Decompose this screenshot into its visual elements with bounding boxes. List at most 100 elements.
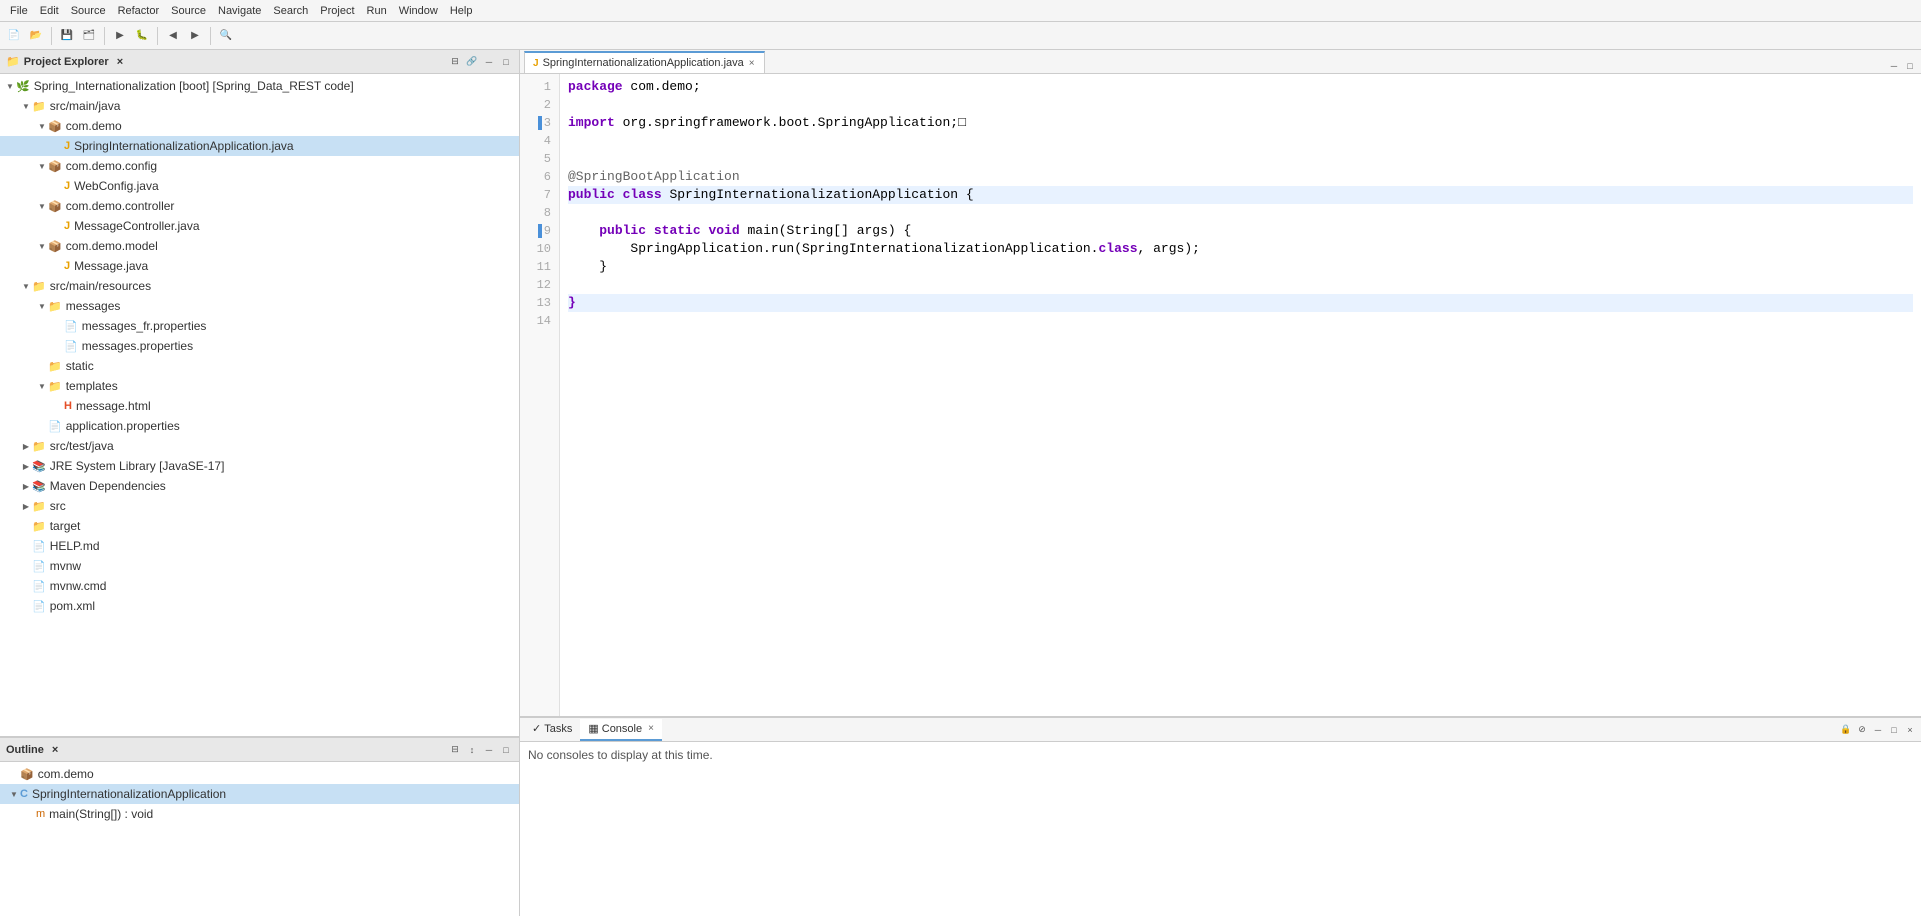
tree-item-pom[interactable]: 📄pom.xml: [0, 596, 519, 616]
menu-file[interactable]: File: [4, 5, 34, 17]
outline-item-outline-class[interactable]: ▼CSpringInternationalizationApplication: [0, 784, 519, 804]
tree-item-app-props[interactable]: 📄application.properties: [0, 416, 519, 436]
toolbar-new-btn[interactable]: 📄: [4, 26, 24, 46]
code-token: package: [568, 79, 623, 94]
line-number-2: 2: [524, 96, 551, 114]
line-number-9: 9: [524, 222, 551, 240]
line-number-5: 5: [524, 150, 551, 168]
tree-item-message[interactable]: JMessage.java: [0, 256, 519, 276]
bottom-maximize-btn[interactable]: □: [1887, 723, 1901, 737]
line-number-8: 8: [524, 204, 551, 222]
bottom-scroll-lock-btn[interactable]: 🔒: [1839, 723, 1853, 737]
menu-project[interactable]: Project: [314, 5, 360, 17]
tree-arrow-src-main-java: ▼: [20, 102, 32, 111]
project-explorer-header: 📁 Project Explorer × ⊟ 🔗 ─ □: [0, 50, 519, 74]
tree-icon-html: H: [64, 400, 72, 412]
tree-item-jre-lib[interactable]: ▶📚JRE System Library [JavaSE-17]: [0, 456, 519, 476]
menu-window[interactable]: Window: [393, 5, 444, 17]
tree-item-msg-fr[interactable]: 📄messages_fr.properties: [0, 316, 519, 336]
tree-item-mvnw[interactable]: 📄mvnw: [0, 556, 519, 576]
tree-item-src-test-java[interactable]: ▶📁src/test/java: [0, 436, 519, 456]
tree-icon-project: 🌿: [16, 80, 30, 93]
editor-minimize-btn[interactable]: ─: [1887, 59, 1901, 73]
tree-item-static[interactable]: 📁static: [0, 356, 519, 376]
collapse-all-btn[interactable]: ⊟: [448, 55, 462, 69]
minimize-panel-btn[interactable]: ─: [482, 55, 496, 69]
outline-label-outline-main: main(String[]) : void: [49, 807, 153, 821]
tree-item-help-md[interactable]: 📄HELP.md: [0, 536, 519, 556]
tree-item-com-demo[interactable]: ▼📦com.demo: [0, 116, 519, 136]
menu-run[interactable]: Run: [361, 5, 393, 17]
toolbar-save-btn[interactable]: 💾: [57, 26, 77, 46]
toolbar-run-btn[interactable]: ▶: [110, 26, 130, 46]
tree-label-msgcontroller: MessageController.java: [74, 219, 199, 233]
bottom-minimize-btn[interactable]: ─: [1871, 723, 1885, 737]
menu-help[interactable]: Help: [444, 5, 479, 17]
menu-navigate[interactable]: Navigate: [212, 5, 267, 17]
tree-item-webconfig[interactable]: JWebConfig.java: [0, 176, 519, 196]
console-tab[interactable]: ▦ Console ×: [580, 719, 662, 741]
tasks-tab[interactable]: ✓ Tasks: [524, 719, 580, 741]
tree-item-message-html[interactable]: Hmessage.html: [0, 396, 519, 416]
line-number-1: 1: [524, 78, 551, 96]
outline-controls: ⊟ ↕ ─ □: [448, 743, 513, 757]
outline-item-outline-com-demo[interactable]: 📦com.demo: [0, 764, 519, 784]
code-editor[interactable]: 1234567891011121314 package com.demo; im…: [520, 74, 1921, 716]
tree-label-jre-lib: JRE System Library [JavaSE-17]: [50, 459, 225, 473]
tree-item-templates-folder[interactable]: ▼📁templates: [0, 376, 519, 396]
toolbar-debug-btn[interactable]: 🐛: [132, 26, 152, 46]
tree-item-target[interactable]: 📁target: [0, 516, 519, 536]
bottom-close-btn[interactable]: ×: [1903, 723, 1917, 737]
outline-item-outline-main[interactable]: mmain(String[]) : void: [0, 804, 519, 824]
tree-icon-package: 📦: [48, 240, 62, 253]
outline-maximize-btn[interactable]: □: [499, 743, 513, 757]
tree-item-spring-root[interactable]: ▼🌿Spring_Internationalization [boot] [Sp…: [0, 76, 519, 96]
link-with-editor-btn[interactable]: 🔗: [465, 55, 479, 69]
toolbar-search-btn[interactable]: 🔍: [216, 26, 236, 46]
tree-item-src[interactable]: ▶📁src: [0, 496, 519, 516]
tree-item-com-demo-model[interactable]: ▼📦com.demo.model: [0, 236, 519, 256]
tree-item-maven-deps[interactable]: ▶📚Maven Dependencies: [0, 476, 519, 496]
project-explorer-close[interactable]: ×: [117, 56, 123, 68]
editor-maximize-btn[interactable]: □: [1903, 59, 1917, 73]
toolbar-back-btn[interactable]: ◀: [163, 26, 183, 46]
maximize-panel-btn[interactable]: □: [499, 55, 513, 69]
menu-edit[interactable]: Edit: [34, 5, 65, 17]
outline-minimize-btn[interactable]: ─: [482, 743, 496, 757]
editor-tab-main[interactable]: J SpringInternationalizationApplication.…: [524, 51, 765, 73]
tree-icon-file: 📄: [32, 560, 46, 573]
outline-label-outline-class: SpringInternationalizationApplication: [32, 787, 226, 801]
toolbar-save-all-btn[interactable]: 🗂: [79, 26, 99, 46]
tree-item-com-demo-controller[interactable]: ▼📦com.demo.controller: [0, 196, 519, 216]
tree-item-mvnw-cmd[interactable]: 📄mvnw.cmd: [0, 576, 519, 596]
tree-item-msgcontroller[interactable]: JMessageController.java: [0, 216, 519, 236]
toolbar-open-btn[interactable]: 📂: [26, 26, 46, 46]
tree-icon-folder: 📁: [32, 500, 46, 513]
toolbar-forward-btn[interactable]: ▶: [185, 26, 205, 46]
menu-search[interactable]: Search: [267, 5, 314, 17]
tree-label-com-demo-controller: com.demo.controller: [66, 199, 175, 213]
bottom-clear-btn[interactable]: ⊘: [1855, 723, 1869, 737]
tree-icon-properties: 📄: [48, 420, 62, 433]
menu-source2[interactable]: Source: [165, 5, 212, 17]
outline-close[interactable]: ×: [52, 744, 58, 756]
line-marker: [538, 224, 542, 238]
tree-item-src-main-resources[interactable]: ▼📁src/main/resources: [0, 276, 519, 296]
editor-tab-close[interactable]: ×: [748, 58, 756, 69]
code-token: }: [568, 295, 576, 310]
tree-arrow-src-main-resources: ▼: [20, 282, 32, 291]
tree-item-messages-folder[interactable]: ▼📁messages: [0, 296, 519, 316]
tree-item-msg-props[interactable]: 📄messages.properties: [0, 336, 519, 356]
code-content[interactable]: package com.demo; import org.springframe…: [560, 74, 1921, 716]
tree-label-message-html: message.html: [76, 399, 151, 413]
line-numbers: 1234567891011121314: [520, 74, 560, 716]
tree-item-spring-app[interactable]: JSpringInternationalizationApplication.j…: [0, 136, 519, 156]
menu-refactor[interactable]: Refactor: [112, 5, 166, 17]
tree-item-com-demo-config[interactable]: ▼📦com.demo.config: [0, 156, 519, 176]
console-close[interactable]: ×: [648, 723, 654, 734]
menu-source[interactable]: Source: [65, 5, 112, 17]
tree-arrow-src-test-java: ▶: [20, 442, 32, 451]
outline-sort-btn[interactable]: ↕: [465, 743, 479, 757]
tree-item-src-main-java[interactable]: ▼📁src/main/java: [0, 96, 519, 116]
outline-collapse-btn[interactable]: ⊟: [448, 743, 462, 757]
